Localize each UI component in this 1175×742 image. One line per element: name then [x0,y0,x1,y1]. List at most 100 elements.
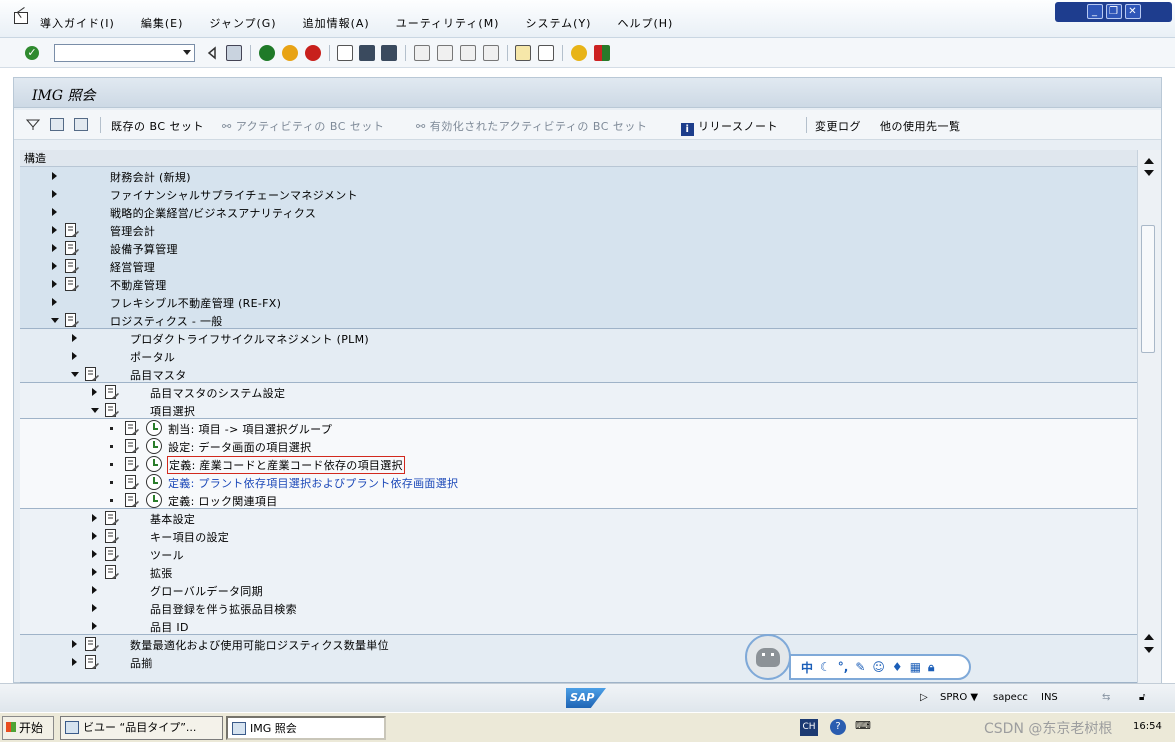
execute-activity-icon[interactable] [146,474,162,490]
documentation-icon[interactable] [84,366,100,382]
existing-bc-sets-button[interactable]: 既存の BC セット [111,118,204,134]
tree-node-label[interactable]: 定義: 産業コードと産業コード依存の項目選択 [167,456,405,474]
execute-activity-icon[interactable] [146,492,162,508]
customize-layout-icon[interactable] [594,45,610,61]
page-up-icon[interactable] [1144,634,1154,640]
activity-bc-sets-button[interactable]: ⚯ アクティビティの BC セット [222,118,384,134]
tree-node[interactable]: 割当: 項目 -> 項目選択グループ [20,419,1137,437]
collapse-node-icon[interactable] [71,372,79,377]
scroll-up-icon[interactable] [1144,158,1154,164]
tree-node[interactable]: ロジスティクス - 一般 [20,311,1137,329]
tree-node-label[interactable]: キー項目の設定 [150,529,229,545]
expand-node-icon[interactable] [92,532,97,540]
expand-node-icon[interactable] [92,388,97,396]
tree-node-label[interactable]: 数量最適化および使用可能ロジスティクス数量単位 [130,637,389,653]
shortcut-icon[interactable] [538,45,554,61]
expand-node-icon[interactable] [92,514,97,522]
ime-options-icon[interactable]: ⌨ [855,719,871,732]
taskbar-item-img[interactable]: IMG 照会 [226,716,386,740]
unlock-icon[interactable]: 🔓︎ [1139,692,1145,703]
back-icon[interactable] [259,45,275,61]
expand-node-icon[interactable] [72,658,77,666]
documentation-icon[interactable] [104,510,120,526]
documentation-icon[interactable] [64,222,80,238]
tree-node[interactable]: 定義: 産業コードと産業コード依存の項目選択 [20,455,1137,474]
menu-utilities[interactable]: ユーティリティ(M) [396,15,500,31]
documentation-icon[interactable] [84,654,100,670]
tree-node-label[interactable]: ロジスティクス - 一般 [110,313,223,329]
start-button[interactable]: 开始 [2,716,54,740]
help-icon[interactable]: ? [830,719,846,735]
documentation-icon[interactable] [64,240,80,256]
tree-node[interactable]: 管理会計 [20,221,1137,239]
tree-expand-icon[interactable] [50,118,64,131]
tree-node-label[interactable]: 品揃 [130,655,153,671]
expand-node-icon[interactable] [52,262,57,270]
tree-node[interactable]: 戦略的企業経営/ビジネスアナリティクス [20,203,1137,221]
collapse-node-icon[interactable] [51,318,59,323]
tree-node-label[interactable]: ファイナンシャルサプライチェーンマネジメント [110,187,358,203]
tree-node-label[interactable]: 財務会計 (新規) [110,169,191,185]
tree-node-label[interactable]: 定義: プラント依存項目選択およびプラント依存画面選択 [168,475,458,491]
tree-node-label[interactable]: 割当: 項目 -> 項目選択グループ [168,421,332,437]
change-log-button[interactable]: 変更ログ [815,118,861,134]
tree-node[interactable]: 経営管理 [20,257,1137,275]
lock-icon[interactable]: 🔒︎ [928,660,934,675]
tree-node-label[interactable]: プロダクトライフサイクルマネジメント (PLM) [130,331,369,347]
tree-node[interactable]: 拡張 [20,563,1137,581]
taskbar-item-view[interactable]: ビユー “品目タイプ”... [60,716,223,740]
emoji-icon[interactable]: ☺ [872,660,885,674]
menu-edit[interactable]: 編集(E) [141,15,184,31]
tree-node[interactable]: 不動産管理 [20,275,1137,293]
tree-node[interactable]: 項目選択 [20,401,1137,419]
tree-node[interactable]: フレキシブル不動産管理 (RE-FX) [20,293,1137,311]
expand-node-icon[interactable] [72,334,77,342]
tree-node[interactable]: 定義: ロック関連項目 [20,491,1137,509]
enter-check-icon[interactable]: ✓ [25,46,39,60]
expand-node-icon[interactable] [72,640,77,648]
tree-node-label[interactable]: 定義: ロック関連項目 [168,493,278,509]
expand-node-icon[interactable] [92,622,97,630]
transaction-code[interactable]: SPRO ▼ [940,692,978,703]
activated-bc-sets-button[interactable]: ⚯ 有効化されたアクティビティの BC セット [416,118,647,134]
expand-node-icon[interactable] [52,172,57,180]
tree-node[interactable]: ポータル [20,347,1137,365]
documentation-icon[interactable] [104,564,120,580]
execute-activity-icon[interactable] [146,420,162,436]
tree-node[interactable]: キー項目の設定 [20,527,1137,545]
documentation-icon[interactable] [124,456,140,472]
tree-node-label[interactable]: 基本設定 [150,511,195,527]
execute-activity-icon[interactable] [146,438,162,454]
tree-node-label[interactable]: 拡張 [150,565,173,581]
skin-icon[interactable]: ♦ [892,660,903,674]
documentation-icon[interactable] [104,384,120,400]
menu-icon[interactable] [14,12,28,24]
chevron-down-icon[interactable] [183,50,191,55]
grid-icon[interactable]: ▦ [910,660,921,674]
menu-system[interactable]: システム(Y) [525,15,591,31]
command-field[interactable] [54,44,195,62]
tree-node[interactable]: 品目マスタのシステム設定 [20,383,1137,401]
tree-node-label[interactable]: 管理会計 [110,223,155,239]
close-icon[interactable]: ✕ [1124,4,1141,19]
tree-node[interactable]: ツール [20,545,1137,563]
tree-node[interactable]: 品目登録を伴う拡張品目検索 [20,599,1137,617]
scroll-thumb[interactable] [1141,225,1155,353]
documentation-icon[interactable] [84,636,100,652]
scroll-down-icon[interactable] [1144,647,1154,653]
tree-node[interactable]: 定義: プラント依存項目選択およびプラント依存画面選択 [20,473,1137,491]
language-indicator[interactable]: CH [800,719,818,736]
expand-node-icon[interactable] [52,226,57,234]
release-notes-button[interactable]: i リリースノート [681,118,778,136]
wrench-icon[interactable]: ✎ [855,660,865,674]
save-icon[interactable] [226,45,242,61]
back-arrow-icon[interactable] [204,45,220,61]
tree-node-label[interactable]: 品目マスタ [130,367,187,383]
insert-mode[interactable]: INS [1041,692,1058,703]
tree-node-label[interactable]: 設備予算管理 [110,241,178,257]
last-page-icon[interactable] [483,45,499,61]
documentation-icon[interactable] [124,474,140,490]
tree-node-label[interactable]: 品目登録を伴う拡張品目検索 [150,601,297,617]
filter-icon[interactable] [25,118,41,131]
tree-node[interactable]: 財務会計 (新規) [20,167,1137,185]
